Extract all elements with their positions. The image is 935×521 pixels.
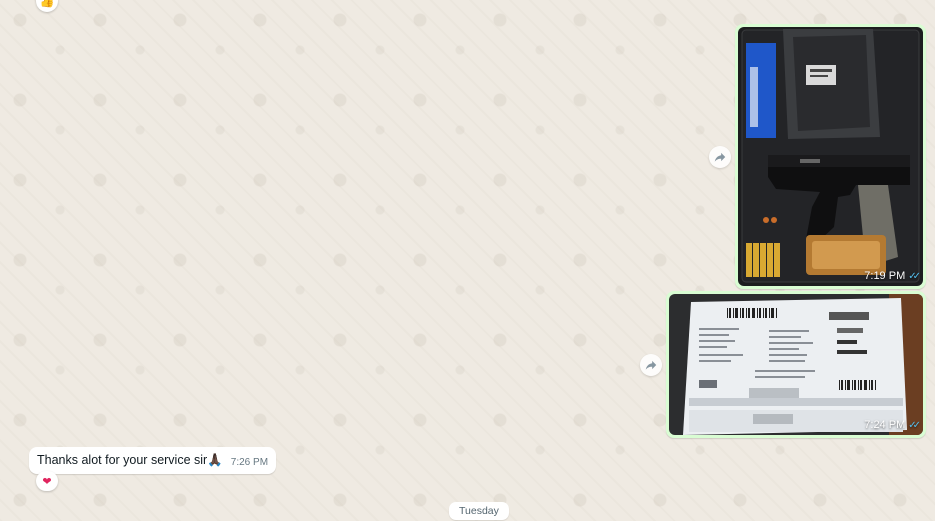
forward-icon: [645, 360, 657, 370]
message-time: 7:26 PM: [230, 457, 269, 468]
message-meta: 7:24 PM ✓✓: [864, 419, 921, 431]
forward-icon: [714, 152, 726, 162]
heart-reaction[interactable]: ❤: [36, 471, 58, 491]
forward-button[interactable]: [640, 354, 662, 376]
folded-hands-icon: 🙏🏿: [207, 453, 223, 467]
read-ticks-icon: ✓✓: [908, 270, 921, 282]
image-message-2[interactable]: 7:24 PM ✓✓: [666, 291, 926, 438]
heart-icon: ❤: [42, 475, 52, 488]
message-text: Thanks alot for your service sir🙏🏿: [37, 453, 223, 467]
message-time: 7:19 PM: [864, 270, 906, 282]
incoming-message[interactable]: Thanks alot for your service sir🙏🏿 7:26 …: [29, 447, 277, 474]
forward-button[interactable]: [709, 146, 731, 168]
shipping-label-photo: [669, 294, 923, 435]
message-time: 7:24 PM: [864, 419, 906, 431]
pistol-case-photo: [738, 27, 923, 286]
day-divider: Tuesday: [449, 502, 509, 520]
message-photo[interactable]: 7:24 PM ✓✓: [669, 294, 923, 435]
message-meta: 7:19 PM ✓✓: [864, 270, 921, 282]
message-photo[interactable]: 7:19 PM ✓✓: [738, 27, 923, 286]
read-ticks-icon: ✓✓: [908, 419, 921, 431]
thumbs-up-icon: 👍: [39, 0, 55, 8]
image-message-1[interactable]: 7:19 PM ✓✓: [735, 24, 926, 289]
